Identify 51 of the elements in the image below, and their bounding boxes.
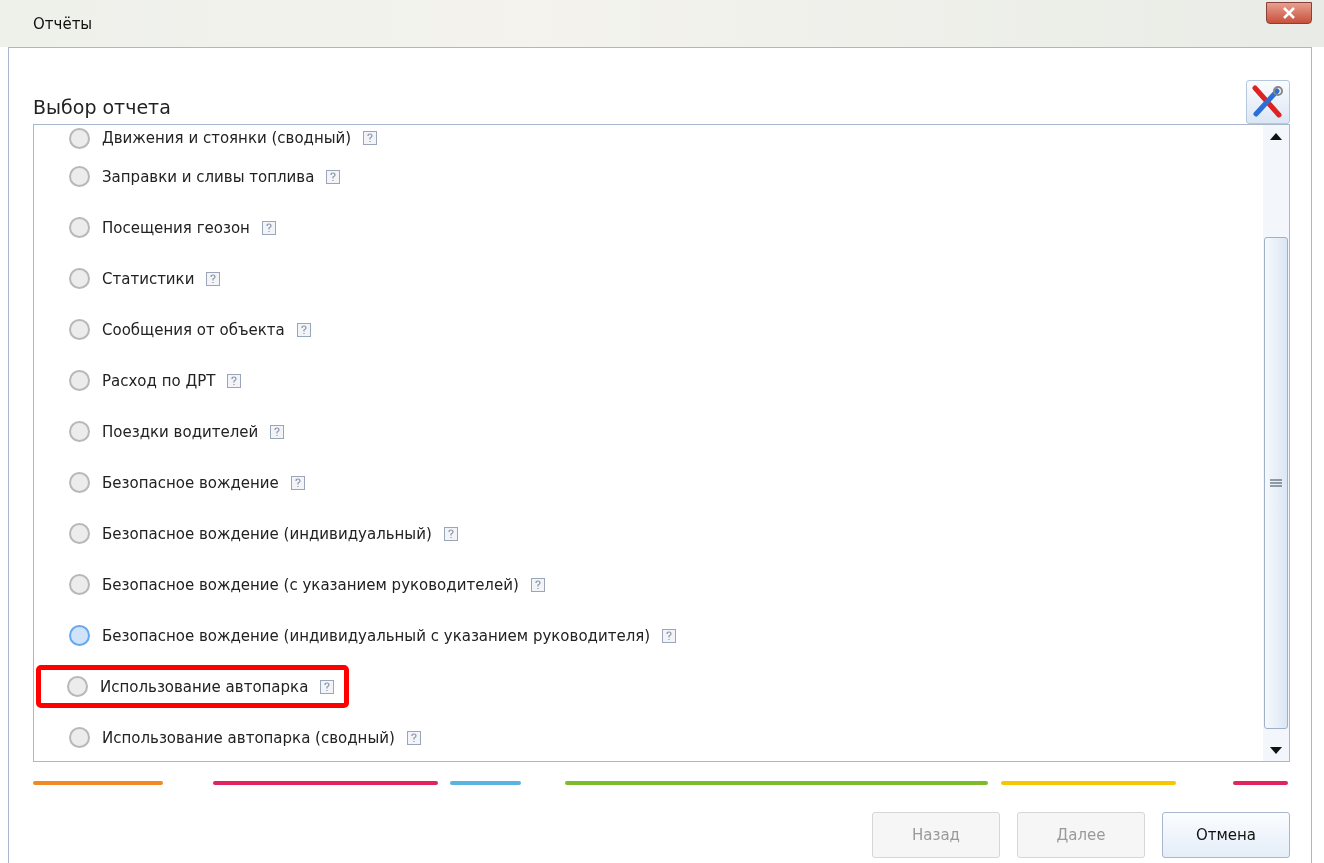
scrollbar[interactable] — [1263, 125, 1289, 761]
report-name: Движения и стоянки (сводный) — [102, 129, 352, 147]
help-icon[interactable] — [406, 730, 421, 745]
help-icon[interactable] — [227, 373, 242, 388]
help-icon[interactable] — [662, 628, 677, 643]
radio-button[interactable] — [69, 370, 90, 391]
scroll-up-icon[interactable] — [1270, 132, 1282, 140]
report-name: Расход по ДРТ — [102, 371, 216, 390]
help-icon[interactable] — [530, 577, 545, 592]
help-icon[interactable] — [296, 322, 311, 337]
report-name: Безопасное вождение (с указанием руководителей) — [102, 575, 519, 594]
radio-button[interactable] — [69, 268, 90, 289]
help-icon[interactable] — [363, 131, 378, 145]
tools-icon — [1251, 85, 1285, 119]
radio-button[interactable] — [69, 472, 90, 493]
radio-button[interactable] — [69, 319, 90, 340]
radio-button[interactable] — [69, 166, 90, 187]
help-icon[interactable] — [443, 526, 458, 541]
report-name: Использование автопарка (сводный) — [102, 728, 395, 747]
scroll-down-icon[interactable] — [1270, 746, 1282, 754]
radio-button[interactable] — [69, 217, 90, 238]
help-icon[interactable] — [326, 169, 341, 184]
window-title: Отчёты — [33, 14, 93, 33]
help-icon[interactable] — [320, 679, 335, 694]
radio-button[interactable] — [69, 625, 90, 646]
tools-button[interactable] — [1246, 80, 1290, 124]
report-name: Сообщения от объекта — [102, 320, 285, 339]
report-name: Безопасное вождение — [102, 473, 279, 492]
report-name: Статистики — [102, 269, 195, 288]
scroll-thumb[interactable] — [1264, 237, 1288, 729]
close-button[interactable] — [1266, 1, 1312, 24]
close-icon — [1282, 6, 1296, 19]
help-icon[interactable] — [290, 475, 305, 490]
help-icon[interactable] — [261, 220, 276, 235]
report-name: Заправки и сливы топлива — [102, 167, 315, 186]
report-name: Использование автопарка — [100, 677, 309, 696]
radio-button[interactable] — [69, 523, 90, 544]
radio-button[interactable] — [69, 127, 90, 149]
help-icon[interactable] — [270, 424, 285, 439]
report-name: Безопасное вождение (индивидуальный) — [102, 524, 432, 543]
report-name: Поездки водителей — [102, 422, 259, 441]
grip-icon — [1270, 479, 1282, 487]
dialog-button[interactable]: Отмена — [1162, 812, 1290, 858]
report-name: Посещения геозон — [102, 218, 250, 237]
section-heading: Выбор отчета — [33, 96, 171, 120]
radio-button[interactable] — [69, 727, 90, 748]
radio-button[interactable] — [67, 676, 88, 697]
report-name: Безопасное вождение (индивидуальный с указанием руководителя) — [102, 626, 651, 645]
radio-button[interactable] — [69, 421, 90, 442]
help-icon[interactable] — [206, 271, 221, 286]
radio-button[interactable] — [69, 574, 90, 595]
